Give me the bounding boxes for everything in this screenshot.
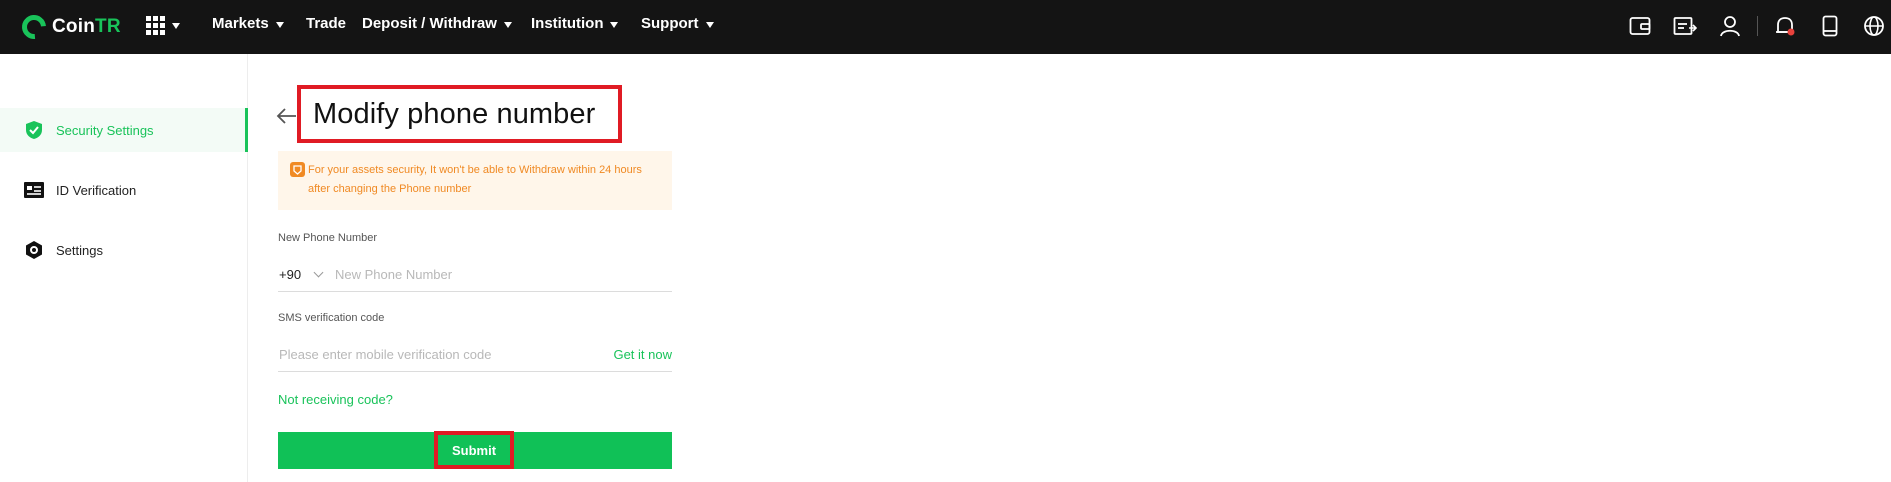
chevron-down-icon bbox=[313, 267, 324, 278]
country-code-select[interactable]: +90 bbox=[279, 267, 324, 282]
submit-button-highlight[interactable]: Submit bbox=[434, 431, 514, 469]
sidebar-item-label: Security Settings bbox=[56, 122, 154, 138]
not-receiving-code-link[interactable]: Not receiving code? bbox=[278, 392, 393, 407]
phone-field-label: New Phone Number bbox=[278, 232, 378, 244]
nav-support[interactable]: Support bbox=[641, 15, 714, 32]
nav-deposit-withdraw-label: Deposit / Withdraw bbox=[362, 15, 497, 32]
divider bbox=[1757, 16, 1758, 36]
notice-text: For your assets security, It won't be ab… bbox=[308, 164, 642, 195]
sms-field-label: SMS verification code bbox=[278, 312, 385, 324]
caret-down-icon bbox=[275, 21, 284, 28]
bell-icon[interactable] bbox=[1773, 14, 1797, 38]
nav-institution-label: Institution bbox=[531, 15, 604, 32]
country-code-value: +90 bbox=[279, 267, 302, 282]
orders-icon[interactable] bbox=[1673, 14, 1697, 38]
back-arrow-icon[interactable] bbox=[276, 106, 298, 126]
nav-institution[interactable]: Institution bbox=[531, 15, 619, 32]
sms-code-input[interactable] bbox=[279, 338, 579, 371]
globe-icon[interactable] bbox=[1862, 14, 1886, 38]
sidebar-item-id-verification[interactable]: ID Verification bbox=[0, 168, 248, 212]
nav-deposit-withdraw[interactable]: Deposit / Withdraw bbox=[362, 15, 512, 32]
top-navbar: CoinTR Markets Trade Deposit / Withdraw … bbox=[0, 0, 1891, 54]
apps-grid-icon bbox=[146, 16, 165, 35]
shield-check-icon bbox=[24, 120, 44, 140]
security-notice: For your assets security, It won't be ab… bbox=[278, 151, 672, 210]
submit-button-label: Submit bbox=[451, 442, 497, 458]
coin-logo-icon bbox=[17, 10, 51, 44]
sidebar-item-label: Settings bbox=[56, 242, 103, 258]
caret-down-icon bbox=[610, 21, 619, 28]
apps-menu[interactable] bbox=[146, 16, 180, 35]
brand-name: CoinTR bbox=[52, 16, 121, 37]
sidebar: Security Settings ID Verification Settin… bbox=[0, 54, 248, 482]
phone-number-input[interactable] bbox=[335, 258, 665, 291]
sidebar-item-label: ID Verification bbox=[56, 182, 137, 198]
phone-field: +90 bbox=[278, 258, 672, 292]
sidebar-item-settings[interactable]: Settings bbox=[0, 228, 248, 272]
caret-down-icon bbox=[503, 21, 512, 28]
nav-trade[interactable]: Trade bbox=[306, 15, 346, 32]
shield-warning-icon bbox=[290, 162, 305, 177]
caret-down-icon bbox=[172, 22, 180, 29]
get-code-button[interactable]: Get it now bbox=[613, 347, 672, 362]
page-title-highlight: Modify phone number bbox=[297, 85, 622, 143]
nav-markets[interactable]: Markets bbox=[212, 15, 284, 32]
nav-markets-label: Markets bbox=[212, 15, 269, 32]
id-card-icon bbox=[24, 180, 44, 200]
page-title: Modify phone number bbox=[313, 97, 596, 130]
nav-support-label: Support bbox=[641, 15, 699, 32]
user-icon[interactable] bbox=[1718, 14, 1742, 38]
sms-field: Get it now bbox=[278, 338, 672, 372]
settings-hex-icon bbox=[24, 240, 44, 260]
brand-logo[interactable]: CoinTR bbox=[17, 10, 121, 44]
nav-trade-label: Trade bbox=[306, 15, 347, 32]
mobile-icon[interactable] bbox=[1818, 14, 1842, 38]
sidebar-item-security-settings[interactable]: Security Settings bbox=[0, 108, 248, 152]
caret-down-icon bbox=[705, 21, 714, 28]
wallet-icon[interactable] bbox=[1628, 14, 1652, 38]
